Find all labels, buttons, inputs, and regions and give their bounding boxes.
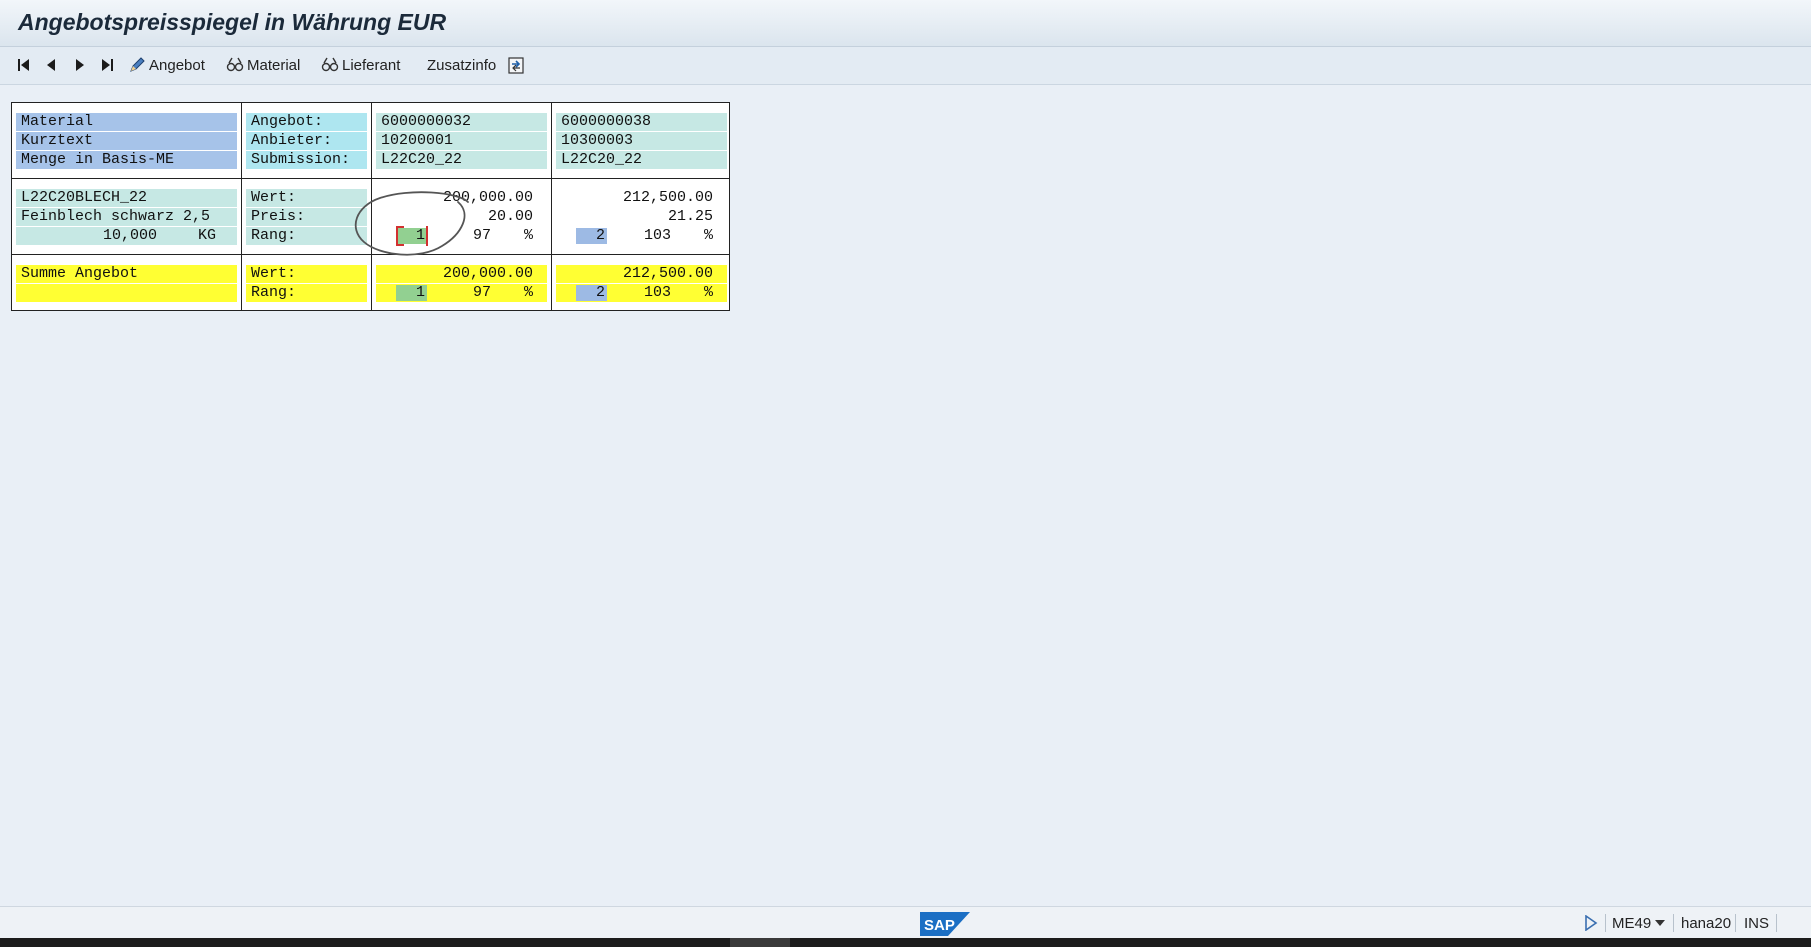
angebot-button[interactable]: Angebot <box>127 54 205 76</box>
next-page-icon <box>76 59 84 71</box>
first-page-button[interactable] <box>15 54 33 76</box>
quote-1-summary-percent-sign: % <box>523 284 533 301</box>
item-unit: KG <box>197 227 216 244</box>
last-page-icon <box>102 59 113 71</box>
first-page-icon <box>18 59 29 71</box>
quote-2-anbieter-link[interactable]: 10300003 <box>556 132 727 150</box>
quote-2-summary-percent: 103 <box>643 284 671 301</box>
dropdown-arrow-icon[interactable] <box>1654 919 1666 927</box>
play-icon[interactable] <box>1584 915 1598 931</box>
quote-2-summary-percent-sign: % <box>703 284 713 301</box>
input-mode: INS <box>1744 915 1770 932</box>
quote-2-item-percent-sign: % <box>703 227 713 244</box>
summary-label-wert: Wert: <box>246 265 367 283</box>
summary-label-rang: Rang: <box>246 284 367 302</box>
system-name: hana20 <box>1681 915 1732 932</box>
header-label-submission: Submission: <box>246 151 367 169</box>
item-label-preis: Preis: <box>246 208 367 226</box>
header-label-menge: Menge in Basis-ME <box>16 151 237 169</box>
quote-2-summary-rank[interactable]: 2 <box>576 285 607 301</box>
item-label-rang: Rang: <box>246 227 367 245</box>
grid-divider <box>12 178 729 179</box>
quote-1-anbieter-link[interactable]: 10200001 <box>376 132 547 150</box>
angebot-label: Angebot <box>149 56 205 74</box>
header-label-anbieter: Anbieter: <box>246 132 367 150</box>
item-kurztext: Feinblech schwarz 2,5 <box>16 208 237 226</box>
next-page-button[interactable] <box>71 54 89 76</box>
item-label-wert: Wert: <box>246 189 367 207</box>
application-toolbar: Angebot Material Lieferant Zusatzinfo <box>0 47 1811 85</box>
glasses-icon <box>321 57 339 72</box>
header-label-kurztext: Kurztext <box>16 132 237 150</box>
quote-1-submission: L22C20_22 <box>376 151 547 169</box>
last-page-button[interactable] <box>98 54 116 76</box>
page-title: Angebotspreisspiegel in Währung EUR <box>18 9 447 35</box>
hand-drawn-circle-annotation <box>354 191 469 256</box>
scroll-thumb[interactable] <box>730 938 790 947</box>
material-label: Material <box>247 56 301 74</box>
grid-divider <box>551 103 552 310</box>
zusatzinfo-label: Zusatzinfo <box>427 56 497 74</box>
quote-2-item-preis: 21.25 <box>556 208 727 226</box>
summary-label: Summe Angebot <box>16 265 237 283</box>
export-button[interactable] <box>506 54 528 76</box>
item-material-link[interactable]: L22C20BLECH_22 <box>16 189 237 207</box>
taskbar-strip <box>0 938 1811 947</box>
material-button[interactable]: Material <box>225 54 300 76</box>
glasses-icon <box>226 57 244 72</box>
zusatzinfo-button[interactable]: Zusatzinfo <box>427 54 496 76</box>
lieferant-label: Lieferant <box>342 56 401 74</box>
title-bar: Angebotspreisspiegel in Währung EUR <box>0 0 1811 47</box>
quote-2-item-rank[interactable]: 2 <box>576 228 607 244</box>
lieferant-button[interactable]: Lieferant <box>320 54 400 76</box>
grid-divider <box>241 103 242 310</box>
sap-logo-icon: SAP <box>920 912 970 936</box>
status-separator <box>1735 914 1736 932</box>
quote-2-item-wert: 212,500.00 <box>556 189 727 207</box>
status-separator <box>1605 914 1606 932</box>
status-bar: SAP ME49 hana20 INS <box>0 906 1811 939</box>
summary-blank <box>16 284 237 302</box>
status-separator <box>1776 914 1777 932</box>
pencil-icon <box>130 57 145 72</box>
quote-2-item-percent: 103 <box>643 227 671 244</box>
item-quantity: 10,000 KG <box>16 227 237 245</box>
transaction-code: ME49 <box>1612 915 1652 932</box>
quote-1-summary-rank[interactable]: 1 <box>396 285 427 301</box>
previous-page-icon <box>47 59 55 71</box>
export-icon <box>508 57 524 74</box>
quote-2-submission: L22C20_22 <box>556 151 727 169</box>
sap-logo-text: SAP <box>924 917 955 934</box>
item-menge: 10,000 <box>102 227 157 244</box>
previous-page-button[interactable] <box>42 54 60 76</box>
header-label-angebot: Angebot: <box>246 113 367 131</box>
quote-1-summary-percent: 97 <box>472 284 491 301</box>
status-separator <box>1673 914 1674 932</box>
quote-2-angebot-link[interactable]: 6000000038 <box>556 113 727 131</box>
quote-1-angebot-link[interactable]: 6000000032 <box>376 113 547 131</box>
header-label-material: Material <box>16 113 237 131</box>
quote-1-item-percent-sign: % <box>523 227 533 244</box>
quote-2-summary-wert: 212,500.00 <box>556 265 727 283</box>
